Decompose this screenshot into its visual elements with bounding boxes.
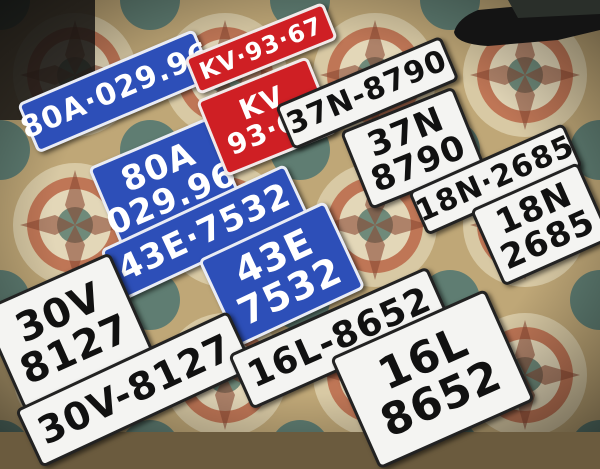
shoe [454,0,600,46]
